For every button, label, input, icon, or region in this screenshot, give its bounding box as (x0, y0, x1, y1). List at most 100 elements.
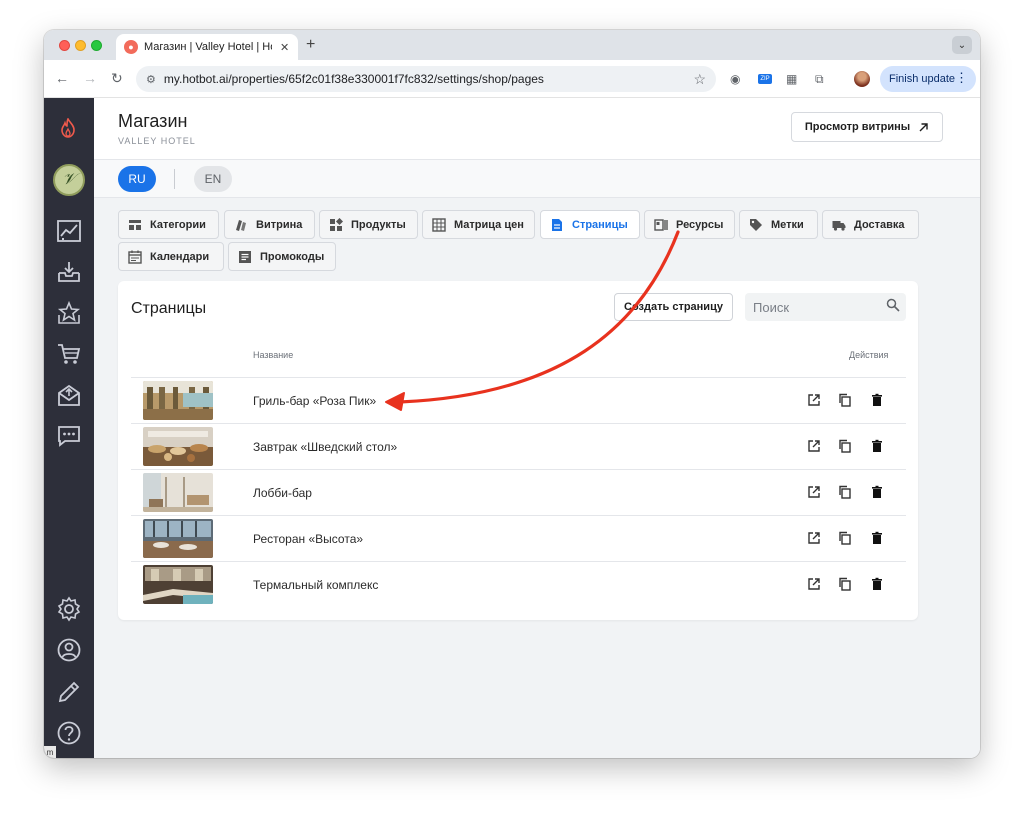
sidebar-collapse-handle[interactable]: m (44, 746, 56, 758)
account-icon[interactable] (56, 637, 82, 663)
delete-icon[interactable] (870, 393, 884, 407)
address-bar[interactable]: ⚙ my.hotbot.ai/properties/65f2c01f38e330… (136, 66, 716, 92)
inbox-download-icon[interactable] (56, 259, 82, 285)
copy-icon[interactable] (838, 485, 852, 499)
tab-resources[interactable]: Ресурсы (644, 210, 735, 239)
category-icon (129, 219, 141, 230)
finish-update-button[interactable]: Finish update ⋮ (880, 66, 976, 92)
search-box (745, 293, 906, 321)
tab-label: Доставка (854, 218, 905, 231)
hotel-logo-icon[interactable]: 𝒱 (53, 164, 85, 196)
copy-icon[interactable] (838, 531, 852, 545)
open-external-icon[interactable] (807, 577, 821, 591)
tab-calendars[interactable]: Календари (118, 242, 224, 271)
language-switcher: RU EN (94, 160, 980, 198)
search-icon[interactable] (886, 298, 900, 312)
help-icon[interactable] (56, 720, 82, 746)
bookmark-star-icon[interactable]: ☆ (693, 71, 706, 88)
arrow-up-right-icon (919, 122, 928, 131)
promo-icon (239, 250, 251, 263)
profile-avatar[interactable] (854, 71, 870, 87)
open-external-icon[interactable] (807, 439, 821, 453)
tab-search-button[interactable]: ⌄ (952, 36, 972, 54)
copy-icon[interactable] (838, 577, 852, 591)
create-page-button[interactable]: Создать страницу (614, 293, 733, 321)
tab-categories[interactable]: Категории (118, 210, 219, 239)
back-button[interactable]: ← (55, 70, 69, 86)
column-header-actions: Действия (849, 350, 889, 360)
main-content: Магазин VALLEY HOTEL Просмотр витрины RU… (94, 98, 980, 758)
tab-products[interactable]: Продукты (319, 210, 418, 239)
tab-delivery[interactable]: Доставка (822, 210, 919, 239)
browser-window: ● Магазин | Valley Hotel | Hotbot ✕ + ⌄ … (44, 30, 980, 758)
open-external-icon[interactable] (807, 531, 821, 545)
tab-storefront[interactable]: Витрина (224, 210, 315, 239)
browser-tab[interactable]: ● Магазин | Valley Hotel | Hotbot ✕ (116, 34, 298, 60)
tab-price-matrix[interactable]: Матрица цен (422, 210, 535, 239)
search-input[interactable] (745, 293, 880, 321)
more-menu-icon[interactable]: ⋮ (955, 70, 968, 86)
close-window-button[interactable] (59, 40, 70, 51)
cart-icon[interactable] (56, 341, 82, 367)
table-row[interactable]: Термальный комплекс (131, 561, 906, 607)
page-name[interactable]: Ресторан «Высота» (253, 532, 363, 546)
preview-storefront-label: Просмотр витрины (804, 121, 911, 133)
page-name[interactable]: Термальный комплекс (253, 578, 378, 592)
qr-code-extension-icon[interactable]: ▦ (786, 72, 797, 86)
maximize-window-button[interactable] (91, 40, 102, 51)
zip-extension-icon[interactable]: ZIP (758, 74, 772, 84)
delete-icon[interactable] (870, 485, 884, 499)
tab-tags[interactable]: Метки (739, 210, 818, 239)
resources-icon (654, 218, 668, 231)
table-row[interactable]: Ресторан «Высота» (131, 515, 906, 561)
table-row[interactable]: Завтрак «Шведский стол» (131, 423, 906, 469)
close-tab-icon[interactable]: ✕ (280, 41, 289, 54)
delete-icon[interactable] (870, 439, 884, 453)
page-thumbnail-image (143, 381, 213, 420)
page-name[interactable]: Лобби-бар (253, 486, 312, 500)
rating-icon[interactable] (56, 300, 82, 326)
tab-strip: ● Магазин | Valley Hotel | Hotbot ✕ + ⌄ (44, 30, 980, 60)
tab-promocodes[interactable]: Промокоды (228, 242, 336, 271)
page-name[interactable]: Гриль-бар «Роза Пик» (253, 394, 376, 408)
reload-button[interactable]: ↻ (111, 70, 123, 87)
open-external-icon[interactable] (807, 485, 821, 499)
price-matrix-icon (432, 217, 446, 232)
tab-pages[interactable]: Страницы (540, 210, 640, 239)
forward-button[interactable]: → (83, 70, 97, 86)
tab-label: Матрица цен (454, 218, 524, 231)
page-subtitle: VALLEY HOTEL (118, 136, 196, 146)
preview-storefront-button[interactable]: Просмотр витрины (791, 112, 943, 142)
delete-icon[interactable] (870, 531, 884, 545)
minimize-window-button[interactable] (75, 40, 86, 51)
copy-icon[interactable] (838, 393, 852, 407)
pages-icon (552, 218, 562, 231)
tab-label: Продукты (351, 218, 406, 231)
page-name[interactable]: Завтрак «Шведский стол» (253, 440, 397, 454)
extensions-puzzle-icon[interactable]: ⧉ (815, 72, 824, 87)
camera-extension-icon[interactable]: ◉ (730, 72, 740, 86)
tab-label: Промокоды (260, 250, 325, 263)
flame-icon[interactable] (60, 118, 76, 138)
language-en-button[interactable]: EN (194, 166, 232, 192)
copy-icon[interactable] (838, 439, 852, 453)
settings-icon[interactable] (56, 596, 82, 622)
language-ru-button[interactable]: RU (118, 166, 156, 192)
site-info-icon[interactable]: ⚙ (146, 73, 156, 86)
page-thumbnail-image (143, 565, 213, 604)
truck-icon (832, 220, 846, 231)
open-external-icon[interactable] (807, 393, 821, 407)
page-header: Магазин VALLEY HOTEL Просмотр витрины (94, 98, 980, 160)
calendar-icon (128, 250, 142, 264)
analytics-icon[interactable] (56, 218, 82, 244)
new-tab-button[interactable]: + (306, 36, 315, 54)
table-row[interactable]: Гриль-бар «Роза Пик» (131, 377, 906, 423)
tab-label: Календари (150, 250, 210, 263)
chat-icon[interactable] (56, 423, 82, 449)
mail-icon[interactable] (56, 382, 82, 408)
tab-label: Категории (150, 218, 206, 231)
hotbot-favicon-icon: ● (124, 40, 138, 54)
table-row[interactable]: Лобби-бар (131, 469, 906, 515)
delete-icon[interactable] (870, 577, 884, 591)
edit-pencil-icon[interactable] (56, 679, 82, 705)
